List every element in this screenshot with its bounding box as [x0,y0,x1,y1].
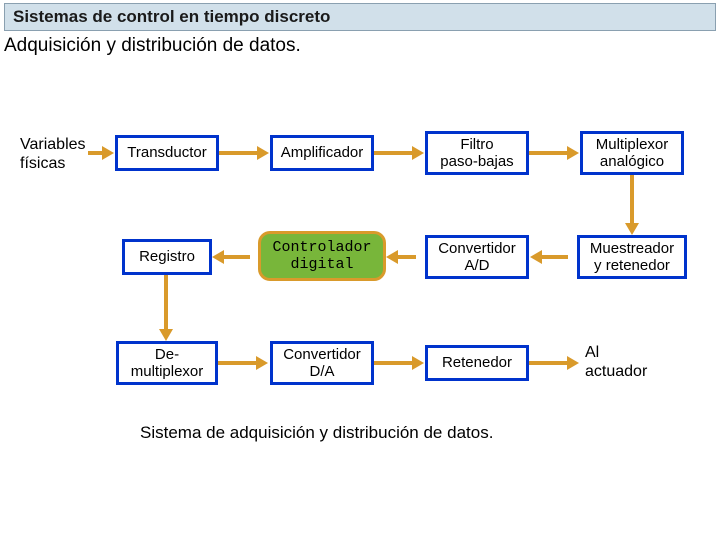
node-demux: De- multiplexor [116,341,218,385]
node-registro: Registro [122,239,212,275]
arrow-input-transductor [88,151,104,155]
arrow-sh-adc [540,255,568,259]
node-controlador: Controlador digital [258,231,386,281]
node-adc: Convertidor A/D [425,235,529,279]
arrow-demux-dac [218,361,258,365]
node-sh: Muestreador y retenedor [577,235,687,279]
diagram-caption: Sistema de adquisición y distribución de… [140,423,493,443]
node-retenedor: Retenedor [425,345,529,381]
arrow-ret-out [529,361,569,365]
node-filtro: Filtro paso-bajas [425,131,529,175]
arrow-reg-demux [164,275,168,331]
output-label: Al actuador [585,343,647,381]
node-mux: Multiplexor analógico [580,131,684,175]
node-dac: Convertidor D/A [270,341,374,385]
arrow-mux-sh [630,175,634,225]
node-amplificador: Amplificador [270,135,374,171]
node-transductor: Transductor [115,135,219,171]
title-bar: Sistemas de control en tiempo discreto [4,3,716,31]
subtitle: Adquisición y distribución de datos. [0,31,720,57]
arrow-ctrl-reg [222,255,250,259]
arrow-adc-ctrl [396,255,416,259]
arrow-filtro-mux [529,151,569,155]
block-diagram: Variables físicas Transductor Amplificad… [0,87,720,507]
input-label: Variables físicas [20,135,86,173]
arrow-amp-filtro [374,151,414,155]
arrow-dac-ret [374,361,414,365]
arrow-transductor-amp [219,151,259,155]
